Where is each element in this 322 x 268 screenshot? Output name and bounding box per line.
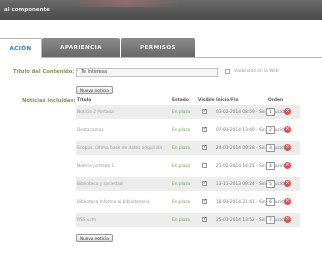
date-range-text: 25-03-2014 13:52 - Sin caducidad — [216, 218, 290, 223]
col-orden: Orden — [268, 98, 284, 103]
delete-icon[interactable]: × — [284, 126, 291, 133]
col-titulo: Título — [77, 98, 92, 103]
table-row[interactable]: Scopus, última base de datos adquirida En… — [76, 141, 300, 155]
order-input[interactable]: 4 — [266, 162, 275, 170]
order-input[interactable]: 1 — [266, 108, 275, 116]
table-row[interactable]: Biblioteca Informa al bibliotecario En pl… — [76, 195, 300, 209]
status-text: En plazo — [172, 218, 191, 223]
date-range-text: 24-03-2014 09:28 - Sin caducidad — [216, 146, 290, 151]
titlebar-decoration — [70, 0, 180, 7]
delete-icon[interactable]: × — [284, 216, 291, 223]
content-title-label: Título del Contenido: — [13, 69, 75, 75]
visible-checkbox[interactable] — [202, 163, 207, 168]
content-panel: Título del Contenido: Te interesa Visibi… — [0, 58, 322, 268]
status-text: En plazo — [172, 182, 191, 187]
delete-icon[interactable]: × — [284, 198, 291, 205]
order-input[interactable]: 2 — [266, 126, 275, 134]
news-title[interactable]: Biblioteca Informa al bibliotecario — [77, 200, 149, 205]
news-table-header: Título Estado Visible Inicio/Fin Orden — [76, 98, 300, 105]
news-title[interactable]: Biblioteca y sociedad — [77, 182, 123, 187]
visibility-label: Visibilidad en la Web — [234, 69, 279, 74]
order-input[interactable]: 3 — [266, 144, 275, 152]
col-estado: Estado — [172, 98, 189, 103]
order-input[interactable]: 7 — [266, 216, 275, 224]
tab-bar: ACIÓN APARIENCIA PERMISOS — [0, 38, 322, 58]
delete-icon[interactable]: × — [284, 180, 291, 187]
news-title[interactable]: Destacamos — [77, 128, 104, 133]
window-titlebar: al componente — [0, 0, 322, 20]
visible-checkbox[interactable]: ✓ — [202, 127, 207, 132]
status-text: En plazo — [172, 110, 191, 115]
tab-configuracion[interactable]: ACIÓN — [0, 38, 42, 58]
news-title[interactable]: Noticia 2 Portada — [77, 110, 114, 115]
order-input[interactable]: 6 — [266, 198, 275, 206]
delete-icon[interactable]: × — [284, 108, 291, 115]
add-news-button-bottom[interactable]: Nueva noticia — [76, 234, 113, 242]
news-title[interactable]: RSS ucm — [77, 218, 96, 223]
news-title[interactable]: Scopus, última base de datos adquirida — [77, 146, 162, 151]
date-range-text: 21-02-2014 14:21 - Sin caducidad — [216, 164, 290, 169]
window-title: al componente — [4, 7, 50, 13]
table-row[interactable]: Noticia 2 Portada En plazo ✓ 03-02-2014 08:… — [76, 105, 300, 119]
order-input[interactable]: 5 — [266, 180, 275, 188]
status-text: En plazo — [172, 164, 191, 169]
visibility-checkbox[interactable] — [225, 69, 230, 74]
tab-permisos[interactable]: PERMISOS — [121, 38, 195, 58]
included-news-label: Noticias incluidas: — [22, 98, 76, 104]
delete-icon[interactable]: × — [284, 162, 291, 169]
table-row[interactable]: RSS ucm En plazo ✓ 25-03-2014 13:52 - Sin c… — [76, 213, 300, 227]
date-range-text: 07-03-2014 13:40 - Sin caducidad — [216, 128, 290, 133]
content-title-input[interactable]: Te interesa — [76, 68, 218, 77]
visible-checkbox[interactable]: ✓ — [202, 109, 207, 114]
table-row[interactable]: Noticia portada 1 En plazo 21-02-2014 14:2… — [76, 159, 300, 173]
date-range-text: 03-02-2014 08:59 - Sin caducidad — [216, 110, 290, 115]
news-title[interactable]: Noticia portada 1 — [77, 164, 114, 169]
visible-checkbox[interactable]: ✓ — [202, 181, 207, 186]
status-text: En plazo — [172, 128, 191, 133]
add-news-button-top[interactable]: Nueva noticia — [76, 86, 113, 94]
status-text: En plazo — [172, 146, 191, 151]
visible-checkbox[interactable]: ✓ — [202, 199, 207, 204]
visible-checkbox[interactable]: ✓ — [202, 217, 207, 222]
status-text: En plazo — [172, 200, 191, 205]
col-visible: Visible — [198, 98, 215, 103]
col-inicio-fin: Inicio/Fin — [216, 98, 239, 103]
tab-apariencia[interactable]: APARIENCIA — [42, 38, 120, 58]
date-range-text: 18-03-2014 21:41 - Sin caducidad — [216, 200, 290, 205]
delete-icon[interactable]: × — [284, 144, 291, 151]
table-row[interactable]: Biblioteca y sociedad En plazo ✓ 13-11-2013… — [76, 177, 300, 191]
table-row[interactable]: Destacamos En plazo ✓ 07-03-2014 13:40 - Si… — [76, 123, 300, 137]
date-range-text: 13-11-2013 09:24 - Sin caducidad — [216, 182, 290, 187]
visible-checkbox[interactable]: ✓ — [202, 145, 207, 150]
